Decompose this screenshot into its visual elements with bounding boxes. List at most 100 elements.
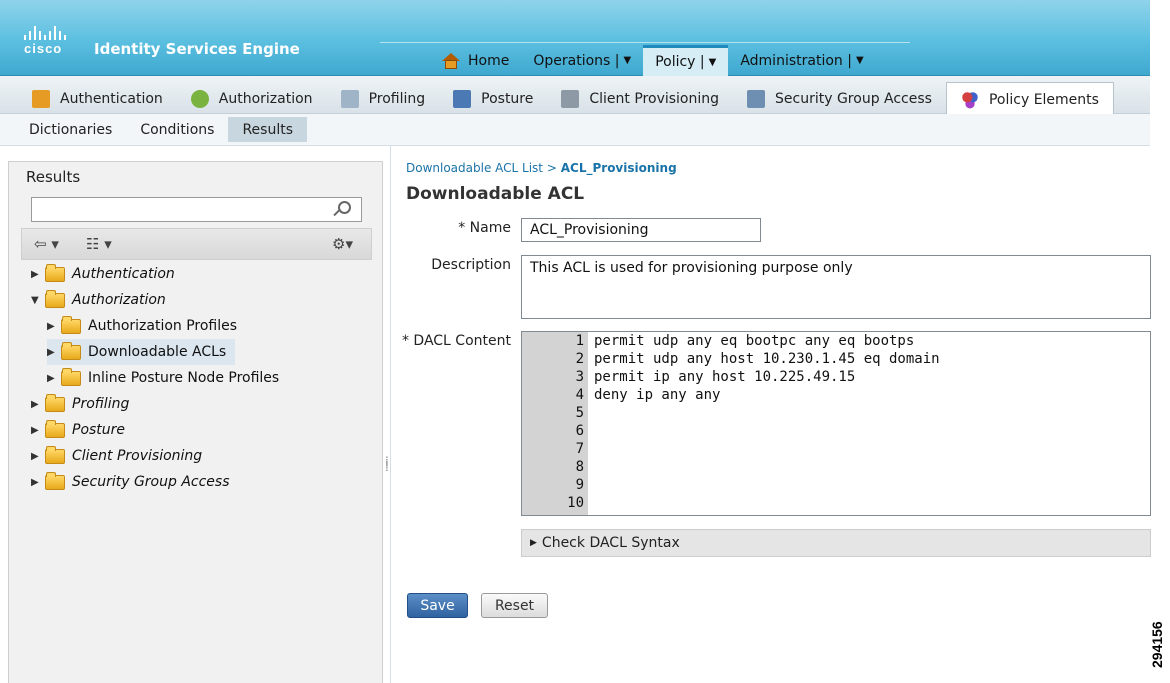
nav-administration[interactable]: Administration | ▼ [728,45,875,76]
code-line: deny ip any any [594,387,721,403]
tab-authorization[interactable]: Authorization [177,82,327,116]
main-content: Downloadable ACL List > ACL_Provisioning… [390,146,1151,683]
subtab-dictionaries[interactable]: Dictionaries [15,117,126,142]
expand-arrow-icon[interactable]: ▶ [31,425,45,436]
authorization-icon [190,90,209,108]
line-number: 1 [575,333,584,349]
tab-posture[interactable]: Posture [439,82,547,116]
tree-label: Authorization [72,292,166,308]
tab-policy-elements[interactable]: Policy Elements [945,82,1114,116]
tree-item-authorization-profiles[interactable]: ▶ Authorization Profiles [47,313,237,339]
line-number: 4 [575,387,584,403]
expand-arrow-icon[interactable]: ▶ [47,373,61,384]
name-label: * Name [458,220,511,236]
dacl-content-editor[interactable]: 1 2 3 4 5 6 7 8 9 10 permit udp any eq b… [521,331,1151,516]
folder-icon [45,471,65,490]
tab-label: Client Provisioning [589,91,720,107]
line-number-gutter: 1 2 3 4 5 6 7 8 9 10 [522,332,588,515]
folder-icon [45,263,65,282]
tree-label: Authentication [72,266,175,282]
list-view-icon[interactable]: ☷ ▾ [86,235,112,253]
folder-icon [45,289,65,308]
search-input[interactable] [31,197,362,222]
breadcrumb: Downloadable ACL List > ACL_Provisioning [406,161,677,175]
brand-text: cisco [24,41,63,56]
expand-arrow-icon[interactable]: ▶ [31,477,45,488]
code-line: permit ip any host 10.225.49.15 [594,369,856,385]
line-number: 9 [575,477,584,493]
security-group-icon [747,90,766,108]
gear-icon[interactable]: ⚙▾ [332,235,353,253]
breadcrumb-current: ACL_Provisioning [560,161,677,175]
expand-arrow-icon[interactable]: ▶ [31,269,45,280]
dacl-content-label: * DACL Content [401,333,511,349]
top-navigation: Home Operations | ▼ Policy | ▼ Administr… [430,45,876,76]
tree-item-inline-posture-node-profiles[interactable]: ▶ Inline Posture Node Profiles [47,365,279,391]
tree-label: Client Provisioning [72,448,203,464]
folder-icon [61,315,81,334]
code-line: permit udp any host 10.230.1.45 eq domai… [594,351,940,367]
chevron-down-icon: ▼ [708,56,717,68]
document-id-text: 294156 [1149,621,1165,668]
expand-arrow-icon[interactable]: ▶ [47,321,61,332]
expand-arrow-icon[interactable]: ▶ [31,399,45,410]
tab-client-provisioning[interactable]: Client Provisioning [547,82,733,116]
tree-item-profiling[interactable]: ▶ Profiling [31,391,129,417]
line-number: 7 [575,441,584,457]
chevron-down-icon: ▼ [623,55,632,66]
expand-arrow-icon[interactable]: ▶ [31,451,45,462]
posture-icon [453,90,472,108]
tab-profiling[interactable]: Profiling [327,82,440,116]
subtab-results[interactable]: Results [228,117,307,142]
cisco-logo: cisco [24,26,66,56]
line-number: 5 [575,405,584,421]
authentication-icon [32,90,50,108]
folder-icon [61,341,81,360]
tree-item-authorization[interactable]: ▼ Authorization [31,287,166,313]
panel-splitter-handle[interactable]: ⁞ ⁞ [385,455,389,473]
chevron-down-icon: ▼ [855,55,864,66]
tab-label: Authorization [218,91,313,107]
sub-tab-bar: Dictionaries Conditions Results [0,114,1150,146]
save-button[interactable]: Save [407,593,468,618]
tree-label: Downloadable ACLs [88,344,227,360]
description-label: Description [431,257,511,273]
tree-item-posture[interactable]: ▶ Posture [31,417,125,443]
tab-authentication[interactable]: Authentication [18,82,177,116]
line-number: 2 [575,351,584,367]
tree-item-security-group-access[interactable]: ▶ Security Group Access [31,469,230,495]
back-arrow-icon[interactable]: ⇦ ▾ [34,235,59,253]
expand-arrow-icon[interactable]: ▶ [47,347,61,358]
nav-operations[interactable]: Operations | ▼ [521,45,643,76]
search-icon[interactable] [338,201,351,214]
subtab-conditions[interactable]: Conditions [126,117,228,142]
nav-home[interactable]: Home [430,45,521,76]
client-provisioning-icon [561,90,580,108]
tab-security-group-access[interactable]: Security Group Access [733,82,946,116]
collapse-arrow-icon[interactable]: ▼ [31,295,45,306]
name-field[interactable]: ACL_Provisioning [521,218,761,242]
tree-label: Inline Posture Node Profiles [88,370,280,386]
tab-label: Posture [481,91,534,107]
reset-button[interactable]: Reset [481,593,548,618]
code-line: permit udp any eq bootpc any eq bootps [594,333,915,349]
results-panel: Results ⇦ ▾ ☷ ▾ ⚙▾ ▶ Authentication ▼ Auth… [8,161,383,683]
home-icon [442,52,460,69]
nav-administration-label: Administration | [740,52,852,69]
check-syntax-label: Check DACL Syntax [541,535,680,551]
page-title: Downloadable ACL [406,184,585,204]
check-dacl-syntax-toggle[interactable]: ▶ Check DACL Syntax [521,529,1151,557]
header-bar: cisco Identity Services Engine Home Oper… [0,0,1150,76]
tab-label: Authentication [60,91,163,107]
cisco-bars-icon [24,26,66,40]
nav-policy-label: Policy | [655,54,705,70]
tree-item-client-provisioning[interactable]: ▶ Client Provisioning [31,443,202,469]
breadcrumb-parent-link[interactable]: Downloadable ACL List [406,161,543,175]
description-field[interactable]: This ACL is used for provisioning purpos… [521,255,1151,319]
tree-item-authentication[interactable]: ▶ Authentication [31,261,175,287]
folder-icon [45,445,65,464]
tab-label: Security Group Access [775,91,932,107]
line-number: 8 [575,459,584,475]
tree-item-downloadable-acls[interactable]: ▶ Downloadable ACLs [47,339,235,365]
nav-policy[interactable]: Policy | ▼ [643,45,729,76]
